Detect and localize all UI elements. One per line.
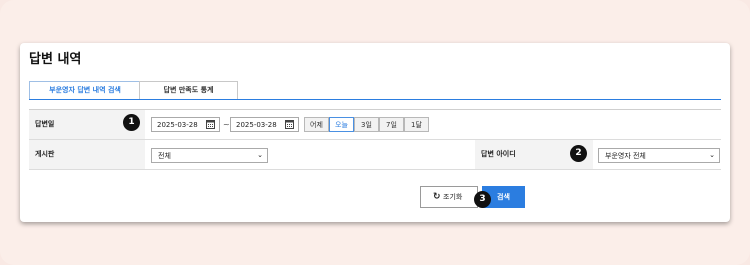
date-to-value: 2025-03-28 xyxy=(236,121,277,129)
date-from-input[interactable]: 2025-03-28 xyxy=(151,117,220,132)
answer-id-select[interactable]: 부운영자 전체 ⌄ xyxy=(598,148,720,163)
reset-button[interactable]: ↻ 조기화 xyxy=(420,186,478,208)
board-label: 게시판 xyxy=(29,140,145,169)
tab-sub-admin-answer-search[interactable]: 부운영자 답변 내역 검색 xyxy=(29,81,141,100)
range-1month-button[interactable]: 1달 xyxy=(404,117,429,132)
reset-icon: ↻ xyxy=(433,192,441,202)
date-from-value: 2025-03-28 xyxy=(157,121,198,129)
chevron-down-icon: ⌄ xyxy=(257,151,263,159)
board-select-value: 전체 xyxy=(158,152,171,160)
tab-answer-satisfaction-stats[interactable]: 답변 만족도 통계 xyxy=(139,81,238,99)
tab-underline xyxy=(29,99,721,100)
range-yesterday-button[interactable]: 어제 xyxy=(304,117,329,132)
board-row: 게시판 전체 ⌄ 답변 아이디 부운영자 전체 ⌄ xyxy=(29,140,721,170)
reset-label: 조기화 xyxy=(443,193,463,201)
search-label: 검색 xyxy=(497,193,510,201)
answer-history-panel: 답변 내역 부운영자 답변 내역 검색 답변 만족도 통계 답변일 2025-0… xyxy=(20,43,730,222)
range-today-button[interactable]: 오늘 xyxy=(329,117,354,132)
calendar-icon[interactable] xyxy=(285,119,294,129)
step-badge-2: 2 xyxy=(570,145,587,162)
page-title: 답변 내역 xyxy=(29,52,82,67)
range-7days-button[interactable]: 7일 xyxy=(379,117,404,132)
step-badge-3: 3 xyxy=(474,191,491,208)
date-range-separator: ~ xyxy=(223,120,230,129)
board-select[interactable]: 전체 ⌄ xyxy=(151,148,268,163)
answer-id-select-value: 부운영자 전체 xyxy=(605,152,646,160)
date-to-input[interactable]: 2025-03-28 xyxy=(230,117,299,132)
chevron-down-icon: ⌄ xyxy=(709,151,715,159)
calendar-icon[interactable] xyxy=(206,119,215,129)
step-badge-1: 1 xyxy=(123,114,140,131)
range-3days-button[interactable]: 3일 xyxy=(354,117,379,132)
